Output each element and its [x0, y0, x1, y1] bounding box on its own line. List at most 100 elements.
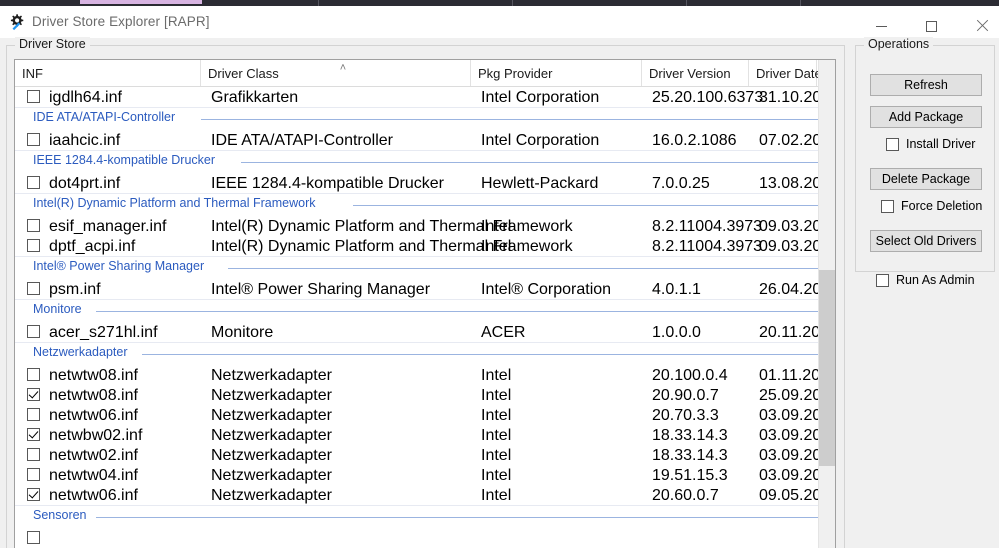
cell-driver-class: Netzwerkadapter: [211, 387, 332, 405]
cell-driver-version: 8.2.11004.3973: [652, 238, 762, 256]
cell-driver-version: 20.60.0.7: [652, 487, 719, 505]
cell-pkg-provider: Intel: [481, 407, 511, 425]
column-header-pkg[interactable]: Pkg Provider: [471, 60, 642, 86]
scrollbar-thumb[interactable]: [819, 270, 836, 466]
cell-inf: acer_s271hl.inf: [49, 324, 158, 342]
table-row[interactable]: netwtw04.infNetzwerkadapterIntel19.51.15…: [15, 465, 835, 485]
install-driver-checkbox[interactable]: Install Driver: [886, 136, 975, 152]
driver-list-body[interactable]: igdlh64.infGrafikkartenIntel Corporation…: [15, 87, 835, 548]
table-row[interactable]: netwtw08.infNetzwerkadapterIntel20.90.0.…: [15, 385, 835, 405]
column-header-ver[interactable]: Driver Version: [642, 60, 749, 86]
add-package-button[interactable]: Add Package: [870, 106, 982, 128]
gear-wrench-icon: [8, 13, 26, 31]
table-row[interactable]: netwtw08.infNetzwerkadapterIntel20.100.0…: [15, 365, 835, 385]
cell-pkg-provider: Intel Corporation: [481, 89, 599, 107]
row-checkbox[interactable]: [27, 90, 40, 103]
minimize-icon: [876, 26, 887, 27]
delete-package-button[interactable]: Delete Package: [870, 168, 982, 190]
row-checkbox[interactable]: [27, 428, 40, 441]
row-checkbox[interactable]: [27, 239, 40, 252]
force-deletion-checkbox-box: [881, 200, 894, 213]
row-checkbox[interactable]: [27, 368, 40, 381]
cell-driver-version: 16.0.2.1086: [652, 132, 737, 150]
cell-driver-version: 20.90.0.7: [652, 387, 719, 405]
cell-pkg-provider: Intel: [481, 387, 511, 405]
cell-pkg-provider: ACER: [481, 324, 525, 342]
vertical-scrollbar[interactable]: [818, 60, 835, 548]
run-as-admin-checkbox-box: [876, 274, 889, 287]
driver-store-groupbox: Driver Store ˄ INFDriver ClassPkg Provid…: [6, 45, 845, 548]
row-checkbox[interactable]: [27, 176, 40, 189]
maximize-button[interactable]: [909, 12, 954, 40]
table-row[interactable]: dptf_acpi.infIntel(R) Dynamic Platform a…: [15, 236, 835, 256]
install-driver-checkbox-box: [886, 138, 899, 151]
table-row[interactable]: iaahcic.infIDE ATA/ATAPI-ControllerIntel…: [15, 130, 835, 150]
cell-pkg-provider: Intel: [481, 427, 511, 445]
cell-driver-class: Netzwerkadapter: [211, 487, 332, 505]
cell-inf: psm.inf: [49, 281, 101, 299]
driver-list-header: ˄ INFDriver ClassPkg ProviderDriver Vers…: [15, 60, 835, 87]
install-driver-label: Install Driver: [906, 137, 975, 151]
cell-driver-class: Intel® Power Sharing Manager: [211, 281, 430, 299]
cell-driver-class: Intel(R) Dynamic Platform and Thermal Fr…: [211, 218, 573, 236]
group-header[interactable]: Intel(R) Dynamic Platform and Thermal Fr…: [15, 194, 835, 216]
group-header[interactable]: IEEE 1284.4-kompatible Drucker: [15, 151, 835, 173]
group-header[interactable]: IDE ATA/ATAPI-Controller: [15, 108, 835, 130]
scroll-down-button[interactable]: [819, 539, 836, 548]
group-header-rule: [96, 311, 831, 312]
run-as-admin-checkbox[interactable]: Run As Admin: [876, 272, 975, 288]
refresh-button[interactable]: Refresh: [870, 74, 982, 96]
table-row[interactable]: [15, 528, 835, 548]
cell-inf: netwbw02.inf: [49, 427, 142, 445]
cell-driver-version: 19.51.15.3: [652, 467, 728, 485]
row-checkbox[interactable]: [27, 468, 40, 481]
row-checkbox[interactable]: [27, 488, 40, 501]
cell-pkg-provider: Intel: [481, 367, 511, 385]
row-checkbox[interactable]: [27, 282, 40, 295]
cell-pkg-provider: Intel: [481, 467, 511, 485]
select-old-drivers-button[interactable]: Select Old Drivers: [870, 230, 982, 252]
table-row[interactable]: netwbw02.infNetzwerkadapterIntel18.33.14…: [15, 425, 835, 445]
table-row[interactable]: dot4prt.infIEEE 1284.4-kompatible Drucke…: [15, 173, 835, 193]
maximize-icon: [926, 21, 937, 32]
group-header[interactable]: Sensoren: [15, 506, 835, 528]
run-as-admin-label: Run As Admin: [896, 273, 975, 287]
row-checkbox[interactable]: [27, 219, 40, 232]
column-header-label-pkg: Pkg Provider: [478, 66, 552, 81]
minimize-button[interactable]: [859, 12, 904, 40]
column-header-cls[interactable]: Driver Class: [201, 60, 471, 86]
cell-inf: netwtw06.inf: [49, 487, 138, 505]
row-checkbox[interactable]: [27, 325, 40, 338]
row-checkbox[interactable]: [27, 388, 40, 401]
force-deletion-checkbox[interactable]: Force Deletion: [881, 198, 982, 214]
cell-pkg-provider: Intel: [481, 447, 511, 465]
group-header[interactable]: Netzwerkadapter: [15, 343, 835, 365]
table-row[interactable]: igdlh64.infGrafikkartenIntel Corporation…: [15, 87, 835, 107]
cell-inf: esif_manager.inf: [49, 218, 166, 236]
column-header-inf[interactable]: INF: [15, 60, 201, 86]
row-checkbox[interactable]: [27, 448, 40, 461]
driver-store-label: Driver Store: [15, 37, 90, 51]
group-header-label: Monitore: [33, 302, 82, 316]
driver-list[interactable]: ˄ INFDriver ClassPkg ProviderDriver Vers…: [14, 59, 836, 548]
table-row[interactable]: netwtw02.infNetzwerkadapterIntel18.33.14…: [15, 445, 835, 465]
table-row[interactable]: acer_s271hl.infMonitoreACER1.0.0.020.11.…: [15, 322, 835, 342]
group-header[interactable]: Intel® Power Sharing Manager: [15, 257, 835, 279]
column-header-label-date: Driver Date: [756, 66, 822, 81]
column-header-date[interactable]: Driver Date: [749, 60, 817, 86]
table-row[interactable]: esif_manager.inf Intel(R) Dynamic Platfor…: [15, 216, 835, 236]
group-header[interactable]: Monitore: [15, 300, 835, 322]
row-checkbox[interactable]: [27, 408, 40, 421]
row-checkbox[interactable]: [27, 531, 40, 544]
table-row[interactable]: psm.infIntel® Power Sharing ManagerIntel…: [15, 279, 835, 299]
table-row[interactable]: netwtw06.infNetzwerkadapterIntel20.60.0.…: [15, 485, 835, 505]
scroll-up-button[interactable]: [819, 60, 836, 77]
table-row[interactable]: netwtw06.infNetzwerkadapterIntel20.70.3.…: [15, 405, 835, 425]
row-checkbox[interactable]: [27, 133, 40, 146]
cell-inf: netwtw06.inf: [49, 407, 138, 425]
group-header-label: Netzwerkadapter: [33, 345, 128, 359]
close-button[interactable]: [959, 12, 999, 40]
cell-driver-class: Netzwerkadapter: [211, 367, 332, 385]
cell-driver-class: Intel(R) Dynamic Platform and Thermal Fr…: [211, 238, 573, 256]
cell-driver-version: 4.0.1.1: [652, 281, 701, 299]
